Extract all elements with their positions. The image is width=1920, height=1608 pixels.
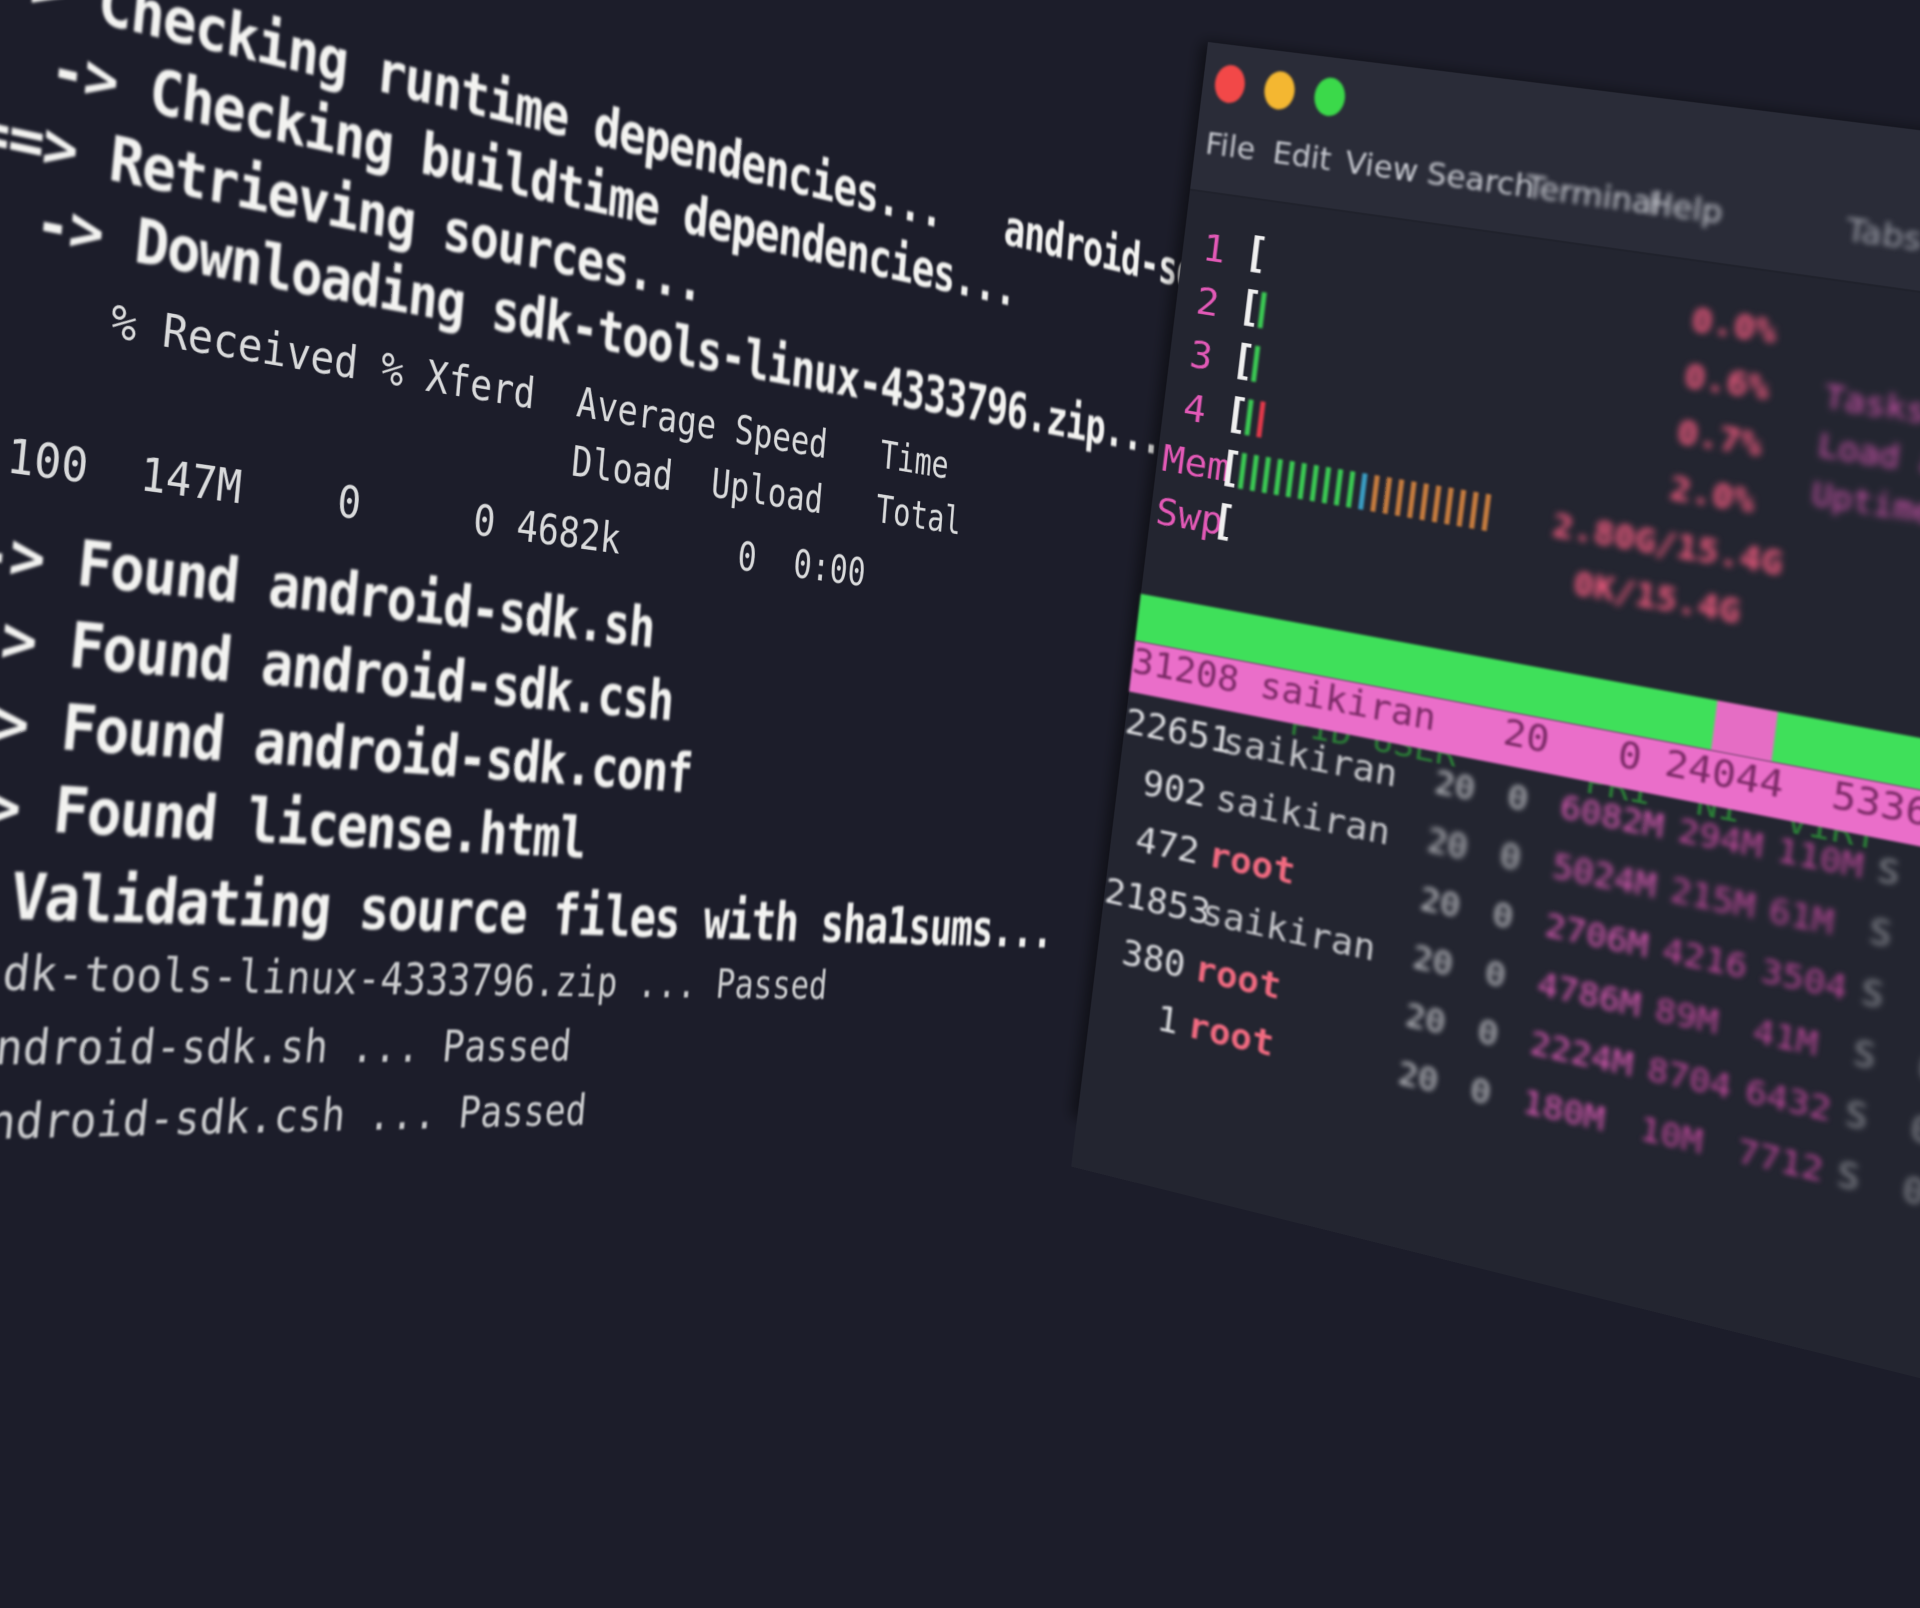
mem-bar-tick [1285,460,1295,498]
process-pid: 472 [1133,819,1202,873]
process-res: 89M [1652,989,1721,1043]
menu-edit[interactable]: Edit [1271,136,1334,179]
process-priority: 20 [1425,820,1470,868]
process-virt: 2706M [1542,905,1651,966]
menu-terminal[interactable]: Terminal [1523,169,1663,223]
mem-bar-tick [1394,479,1405,517]
process-virt: 5024M [1550,846,1659,907]
mem-bar-tick [1481,493,1492,532]
check-line: android-sdk.sh ... Passed [0,1018,574,1077]
process-nice: 0 [1475,1011,1501,1055]
mem-bar-tick [1358,472,1368,510]
process-row[interactable]: 21853saikiran2004786M89M41MS 0.0 0.7 0:1… [1102,871,1920,1102]
process-row[interactable]: 902saikiran2005024M215M61MS 0.0 0.7 0:12… [1116,758,1894,955]
process-user: root [1185,1005,1277,1066]
mem-bar-tick [1333,468,1344,506]
process-nice: 0 [1490,894,1516,937]
process-row[interactable]: 472root2002706M42163504S 0.0 0.7 0:12.44 [1109,814,1886,1016]
process-pid: 1 [1154,998,1181,1044]
mem-bar-tick [1370,474,1380,513]
mem-bar-tick [1431,485,1442,523]
mem-bar-tick [1456,489,1467,527]
process-priority: 20 [1410,937,1456,984]
process-user: root [1192,948,1284,1009]
process-shr: 41M [1750,1010,1821,1065]
makepkg-terminal[interactable]: ==> Checking runtime dependencies... and… [0,0,1546,1165]
process-pid: 902 [1140,762,1209,816]
htop-view[interactable]: 1 [ 0.0% 2 [ 0.6% 3 [ 0.7% 4 [ 2.0% Mem … [1071,190,1920,1433]
mem-bar-tick [1249,454,1260,492]
process-priority: 20 [1403,995,1448,1043]
cpu-meter-value: 0.6% [1682,355,1772,409]
menu-help[interactable]: Help [1646,186,1725,232]
mem-bar-tick [1273,458,1283,496]
menu-search[interactable]: Search [1425,156,1537,206]
mem-bar-tick [1297,462,1307,500]
process-res: 4216 [1660,929,1750,987]
menu-file[interactable]: File [1203,127,1257,168]
mem-bar-tick [1309,464,1320,502]
process-virt: 4786M [1535,964,1644,1026]
process-shr: 61M [1766,890,1837,943]
mem-bar-tick [1261,456,1271,494]
process-pid: 380 [1119,932,1188,987]
maximize-button[interactable] [1312,75,1348,118]
process-row[interactable]: 22651saikiran2006082M294M110MS 0.0 0.7 0… [1122,701,1902,894]
process-res: 215M [1668,870,1758,927]
process-nice: 0 [1468,1069,1494,1113]
cpu-meter-label: 4 [1180,385,1209,433]
mem-bar-tick [1468,491,1479,529]
mem-bar-tick [1444,487,1454,525]
process-res: 8704 [1645,1049,1734,1107]
process-res: 10M [1637,1108,1706,1162]
htop-terminal-window[interactable]: File Edit View Search Terminal Help Tabs… [1071,42,1920,1433]
mem-bar-tick [1419,483,1430,521]
process-shr: 7712 [1735,1130,1826,1191]
close-button[interactable] [1212,63,1248,105]
mem-bar-tick [1407,481,1417,519]
check-line: android-sdk.csh ... Passed [0,1085,589,1152]
meter-bracket: [ [1209,496,1239,547]
check-line: sdk-tools-linux-4333796.zip ... Passed [0,943,830,1009]
meter-bracket: [ [1241,229,1272,279]
process-stats: S 0.0 0.7 0:12.44 [1835,1153,1920,1224]
cpu-meter-label: 1 [1200,225,1229,272]
process-row[interactable]: 380root2002224M87046432S 0.0 0.7 0:12.44 [1095,927,1920,1162]
mem-bar-tick [1382,477,1393,515]
process-priority: 20 [1417,878,1463,926]
cpu-meter-value: 0.0% [1689,299,1779,352]
process-nice: 0 [1482,952,1509,996]
process-virt: 180M [1520,1081,1608,1140]
minimize-button[interactable] [1262,69,1297,112]
process-priority: 20 [1432,762,1478,809]
process-nice: 0 [1497,835,1523,879]
uptime-info: Uptime: 05:03:11 [1809,475,1920,537]
process-row[interactable]: 1root 20 0 180M 10M 7712S 0.0 0.7 0:12.44 [1088,983,1920,1224]
cpu-meter-label: 2 [1193,278,1222,326]
process-pid: 21853 [1102,870,1213,934]
process-nice: 0 [1505,776,1531,820]
process-priority: 20 [1395,1053,1441,1101]
menu-tabs[interactable]: Tabs [1844,212,1920,259]
process-shr: 3504 [1758,950,1850,1009]
cpu-bar-tick [1256,401,1266,438]
cpu-meter-label: 3 [1187,331,1216,379]
mem-bar-tick [1321,466,1332,504]
process-user: root [1206,834,1298,894]
mem-bar-tick [1345,470,1356,508]
process-virt: 2224M [1527,1022,1636,1085]
menu-view[interactable]: View [1343,145,1420,190]
validating-line: ==> Validating source files with sha1sum… [6,858,1055,960]
